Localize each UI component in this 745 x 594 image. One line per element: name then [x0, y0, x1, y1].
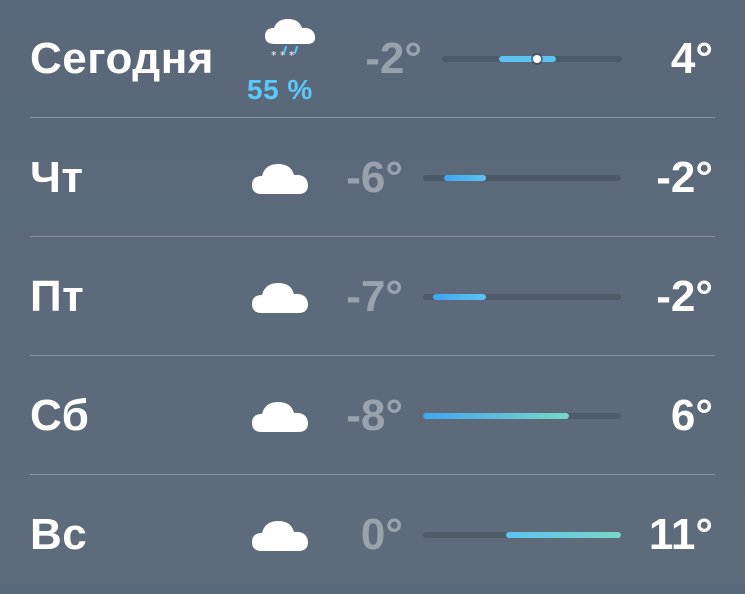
- day-name: Сб: [30, 391, 90, 440]
- high-temperature: 4°: [670, 34, 713, 83]
- high-temperature: -2°: [656, 272, 713, 321]
- day-name: Чт: [30, 153, 84, 202]
- forecast-row[interactable]: Вс 0° 11°: [0, 476, 745, 594]
- cloud-icon: [252, 402, 308, 432]
- day-name: Пт: [30, 272, 85, 321]
- temperature-range-bar: [423, 175, 621, 181]
- temperature-range-fill: [506, 532, 621, 538]
- temperature-range-bar: [423, 413, 621, 419]
- temperature-range-bar: [442, 55, 622, 63]
- temperature-range-bar: [423, 294, 621, 300]
- day-name: Вс: [30, 510, 88, 559]
- current-temperature-dot: [532, 55, 541, 63]
- forecast-row-today[interactable]: Сегодня * * * 55 % -2° 4°: [0, 0, 745, 118]
- snow-cloud-icon: * * *: [265, 19, 316, 62]
- temperature-range-fill: [433, 294, 486, 300]
- low-temperature: -8°: [346, 391, 403, 440]
- cloud-icon: [252, 164, 308, 194]
- row-divider: [30, 355, 715, 356]
- weather-forecast: { "colors": { "precip": "#5ac8fa", "bar_…: [0, 0, 745, 584]
- cloud-icon: [252, 521, 308, 551]
- row-divider: [30, 117, 715, 118]
- low-temperature: -6°: [346, 153, 403, 202]
- svg-text:* * *: * * *: [271, 49, 295, 62]
- low-temperature: -7°: [346, 272, 403, 321]
- temperature-range-fill: [443, 175, 486, 181]
- temperature-range-bar: [423, 532, 621, 538]
- row-divider: [30, 474, 715, 475]
- day-name: Сегодня: [30, 34, 214, 83]
- row-divider: [30, 236, 715, 237]
- high-temperature: -2°: [656, 153, 713, 202]
- forecast-row[interactable]: Пт -7° -2°: [0, 238, 745, 356]
- forecast-row[interactable]: Сб -8° 6°: [0, 357, 745, 475]
- high-temperature: 6°: [670, 391, 713, 440]
- high-temperature: 11°: [648, 510, 713, 559]
- temperature-range-fill: [498, 56, 556, 62]
- forecast-row[interactable]: Чт -6° -2°: [0, 119, 745, 237]
- low-temperature: -2°: [365, 34, 422, 83]
- temperature-range-fill: [423, 413, 569, 419]
- precipitation-chance: 55 %: [247, 74, 313, 105]
- low-temperature: 0°: [360, 510, 403, 559]
- cloud-icon: [252, 283, 308, 313]
